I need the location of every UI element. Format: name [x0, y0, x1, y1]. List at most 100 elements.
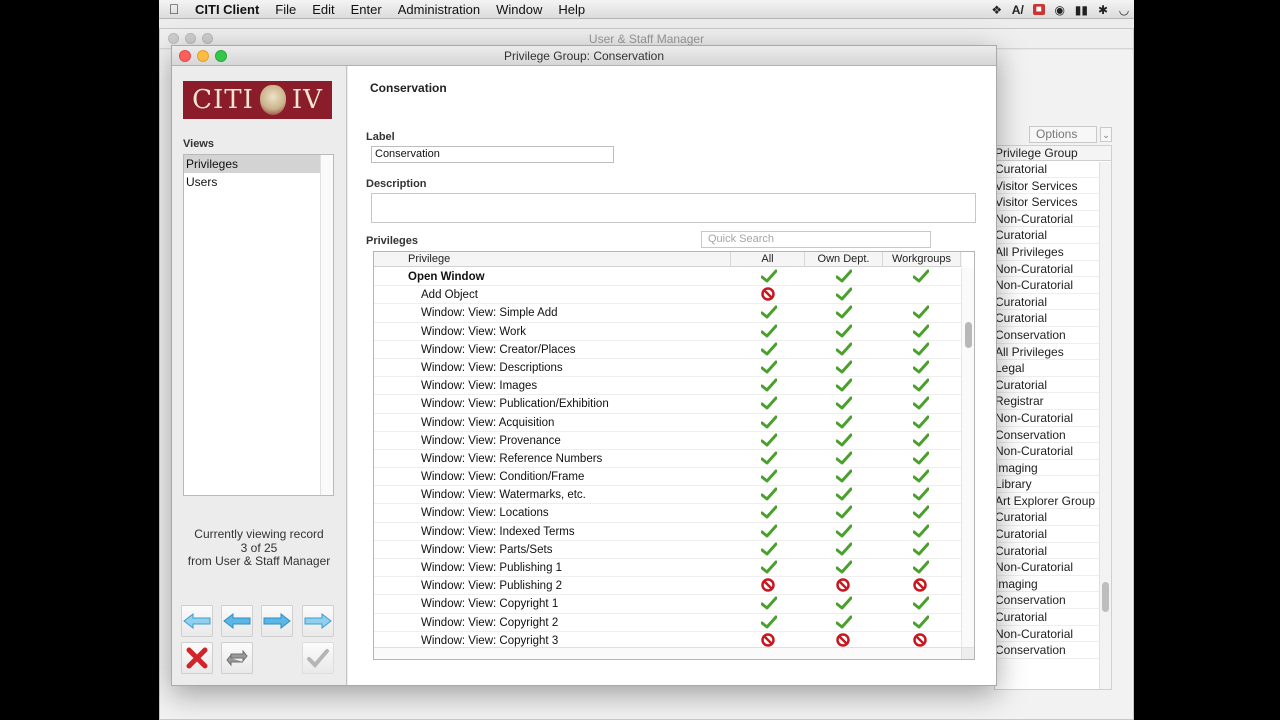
- checkmark-icon[interactable]: [913, 524, 929, 540]
- checkmark-icon[interactable]: [836, 615, 852, 631]
- privilege-group-row[interactable]: Imaging: [995, 576, 1111, 593]
- privilege-group-row[interactable]: Non-Curatorial: [995, 211, 1111, 228]
- menu-edit[interactable]: Edit: [304, 2, 342, 17]
- checkmark-icon[interactable]: [761, 396, 777, 412]
- column-all[interactable]: All: [731, 252, 805, 267]
- checkmark-icon[interactable]: [836, 415, 852, 431]
- checkmark-icon[interactable]: [836, 505, 852, 521]
- next-record-button[interactable]: [261, 605, 293, 637]
- description-field[interactable]: [371, 193, 976, 223]
- bg-zoom-button[interactable]: [202, 33, 213, 44]
- privilege-row[interactable]: Window: View: Locations: [374, 504, 962, 523]
- table-scrollbar[interactable]: [961, 268, 974, 647]
- app-badge-icon[interactable]: ■: [1032, 4, 1045, 15]
- checkmark-icon[interactable]: [761, 269, 777, 285]
- privilege-row[interactable]: Window: View: Reference Numbers: [374, 450, 962, 469]
- privilege-row[interactable]: Window: View: Parts/Sets: [374, 541, 962, 559]
- checkmark-icon[interactable]: [761, 324, 777, 340]
- privilege-row[interactable]: Window: View: Condition/Frame: [374, 468, 962, 487]
- revert-button[interactable]: [221, 642, 253, 674]
- privilege-row[interactable]: Window: View: Watermarks, etc.: [374, 486, 962, 505]
- save-button[interactable]: [302, 642, 334, 674]
- close-button[interactable]: [179, 50, 191, 62]
- privilege-row[interactable]: Window: View: Publishing 2: [374, 577, 962, 596]
- checkmark-icon[interactable]: [836, 396, 852, 412]
- privilege-group-row[interactable]: Non-Curatorial: [995, 626, 1111, 643]
- checkmark-icon[interactable]: [913, 469, 929, 485]
- privilege-group-row[interactable]: Art Explorer Group: [995, 493, 1111, 510]
- privilege-group-row[interactable]: Curatorial: [995, 310, 1111, 327]
- privilege-row[interactable]: Window: View: Publication/Exhibition: [374, 395, 962, 414]
- table-scroll-thumb[interactable]: [965, 322, 972, 348]
- checkmark-icon[interactable]: [761, 596, 777, 612]
- checkmark-icon[interactable]: [836, 560, 852, 576]
- menu-enter[interactable]: Enter: [343, 2, 390, 17]
- privilege-row[interactable]: Window: View: Copyright 2: [374, 614, 962, 632]
- checkmark-icon[interactable]: [913, 542, 929, 558]
- checkmark-icon[interactable]: [761, 360, 777, 376]
- checkmark-icon[interactable]: [913, 505, 929, 521]
- checkmark-icon[interactable]: [836, 378, 852, 394]
- checkmark-icon[interactable]: [913, 596, 929, 612]
- privilege-row[interactable]: Window: View: Creator/Places: [374, 341, 962, 359]
- privilege-group-row[interactable]: Legal: [995, 360, 1111, 377]
- privilege-group-row[interactable]: Registrar: [995, 393, 1111, 410]
- checkmark-icon[interactable]: [913, 560, 929, 576]
- privilege-group-row[interactable]: Curatorial: [995, 294, 1111, 311]
- label-field[interactable]: Conservation: [371, 146, 614, 163]
- checkmark-icon[interactable]: [761, 560, 777, 576]
- checkmark-icon[interactable]: [836, 360, 852, 376]
- privilege-row[interactable]: Window: View: Publishing 1: [374, 559, 962, 578]
- previous-record-button[interactable]: [221, 605, 253, 637]
- privilege-row[interactable]: Window: View: Descriptions: [374, 359, 962, 378]
- column-workgroups[interactable]: Workgroups: [883, 252, 961, 267]
- privilege-group-row[interactable]: All Privileges: [995, 244, 1111, 261]
- privilege-row[interactable]: Window: View: Acquisition: [374, 414, 962, 432]
- acrobat-icon[interactable]: A/: [1012, 3, 1024, 17]
- checkmark-icon[interactable]: [761, 305, 777, 321]
- denied-icon[interactable]: [913, 578, 929, 594]
- chevron-down-icon[interactable]: ⌄: [1100, 127, 1112, 142]
- checkmark-icon[interactable]: [836, 524, 852, 540]
- menu-file[interactable]: File: [267, 2, 304, 17]
- privilege-group-row[interactable]: Conservation: [995, 327, 1111, 344]
- privilege-group-row[interactable]: Curatorial: [995, 543, 1111, 560]
- checkmark-icon[interactable]: [836, 287, 852, 303]
- privilege-group-row[interactable]: Conservation: [995, 642, 1111, 659]
- checkmark-icon[interactable]: [761, 469, 777, 485]
- wifi-icon[interactable]: ◡: [1118, 3, 1130, 17]
- apple-menu-icon[interactable]: : [161, 1, 187, 17]
- bg-list-scrollbar[interactable]: [1099, 162, 1111, 689]
- checkmark-icon[interactable]: [836, 433, 852, 449]
- checkmark-icon[interactable]: [913, 433, 929, 449]
- checkmark-icon[interactable]: [913, 269, 929, 285]
- privilege-row[interactable]: Window: View: Work: [374, 323, 962, 341]
- checkmark-icon[interactable]: [761, 542, 777, 558]
- menu-help[interactable]: Help: [550, 2, 593, 17]
- views-scrollbar[interactable]: [320, 155, 333, 495]
- checkmark-icon[interactable]: [761, 433, 777, 449]
- column-privilege[interactable]: Privilege: [374, 252, 731, 267]
- checkmark-icon[interactable]: [913, 487, 929, 503]
- privilege-row[interactable]: Window: View: Simple Add: [374, 304, 962, 323]
- privilege-row[interactable]: Add Object: [374, 286, 962, 305]
- view-item-users[interactable]: Users: [184, 173, 320, 191]
- privilege-group-row[interactable]: Curatorial: [995, 161, 1111, 178]
- privilege-group-row[interactable]: Non-Curatorial: [995, 410, 1111, 427]
- privilege-group-row[interactable]: All Privileges: [995, 344, 1111, 361]
- minimize-button[interactable]: [197, 50, 209, 62]
- bg-scroll-thumb[interactable]: [1102, 582, 1109, 612]
- denied-icon[interactable]: [761, 578, 777, 594]
- privilege-group-row[interactable]: Curatorial: [995, 509, 1111, 527]
- quick-search-input[interactable]: Quick Search: [701, 231, 931, 248]
- battery-icon[interactable]: ▮▮: [1075, 3, 1088, 17]
- privilege-row[interactable]: Window: View: Copyright 1: [374, 595, 962, 614]
- privilege-group-row[interactable]: Library: [995, 476, 1111, 493]
- privilege-row[interactable]: Window: View: Images: [374, 377, 962, 396]
- privilege-group-row[interactable]: Imaging: [995, 460, 1111, 477]
- checkmark-icon[interactable]: [761, 487, 777, 503]
- bg-close-button[interactable]: [168, 33, 179, 44]
- menu-app-name[interactable]: CITI Client: [187, 2, 267, 17]
- checkmark-icon[interactable]: [761, 378, 777, 394]
- privilege-group-row[interactable]: Non-Curatorial: [995, 443, 1111, 460]
